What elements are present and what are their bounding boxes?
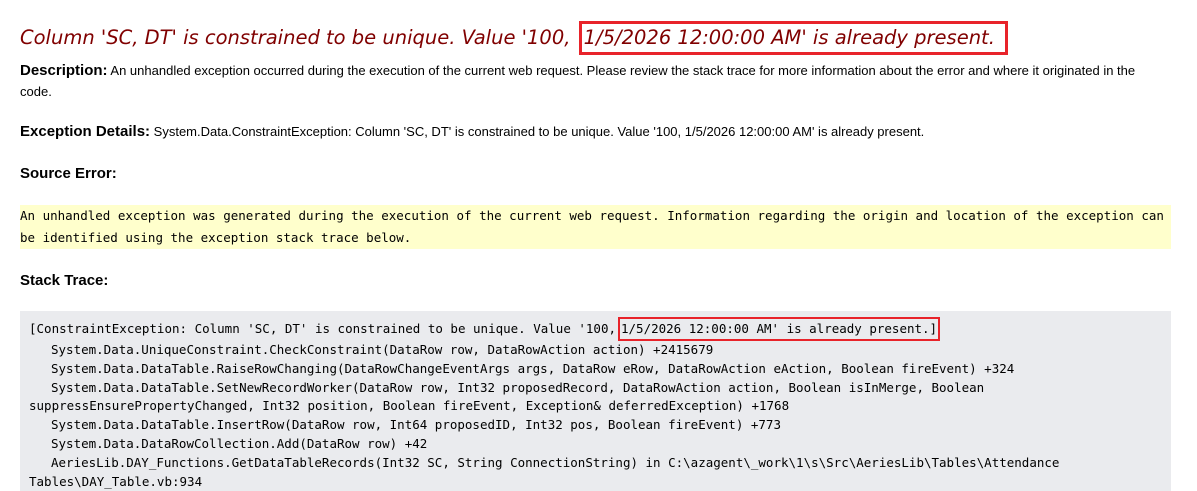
- description-section: Description: An unhandled exception occu…: [20, 60, 1150, 102]
- stack-trace-lines: System.Data.UniqueConstraint.CheckConstr…: [29, 341, 1171, 491]
- error-title-highlight-text: 1/5/2026 12:00:00 AM' is already present…: [583, 26, 995, 49]
- stack-trace-line: AeriesLib.DAY_Functions.GetDataTableReco…: [29, 454, 1060, 489]
- stack-trace-highlight: 1/5/2026 12:00:00 AM' is already present…: [618, 317, 941, 341]
- stack-trace-box: [ConstraintException: Column 'SC, DT' is…: [20, 311, 1171, 491]
- stack-trace-line: System.Data.DataTable.InsertRow(DataRow …: [51, 417, 781, 433]
- error-title-text: Column 'SC, DT' is constrained to be uni…: [20, 26, 571, 49]
- stack-trace-line: System.Data.DataTable.SetNewRecordWorker…: [29, 379, 985, 414]
- stack-trace-first-line: [ConstraintException: Column 'SC, DT' is…: [29, 317, 1171, 341]
- exception-details-label: Exception Details:: [20, 123, 151, 140]
- stack-trace-heading: Stack Trace:: [20, 272, 109, 289]
- exception-details-section: Exception Details: System.Data.Constrain…: [20, 121, 1170, 142]
- stack-trace-line: System.Data.DataTable.RaiseRowChanging(D…: [51, 360, 1015, 376]
- description-text: An unhandled exception occurred during t…: [20, 63, 1136, 99]
- error-title-highlight: 1/5/2026 12:00:00 AM' is already present…: [578, 21, 1008, 55]
- stack-trace-line: System.Data.DataRowCollection.Add(DataRo…: [51, 435, 428, 451]
- source-error-heading: Source Error:: [20, 165, 117, 182]
- source-error-box: An unhandled exception was generated dur…: [20, 205, 1171, 249]
- stack-trace-highlight-text: 1/5/2026 12:00:00 AM' is already present…: [621, 321, 938, 336]
- exception-details-text: System.Data.ConstraintException: Column …: [153, 124, 925, 139]
- stack-trace-line: System.Data.UniqueConstraint.CheckConstr…: [51, 342, 714, 357]
- error-title: Column 'SC, DT' is constrained to be uni…: [20, 21, 1008, 55]
- stack-trace-first-line-text: [ConstraintException: Column 'SC, DT' is…: [29, 321, 616, 336]
- description-label: Description:: [20, 62, 108, 79]
